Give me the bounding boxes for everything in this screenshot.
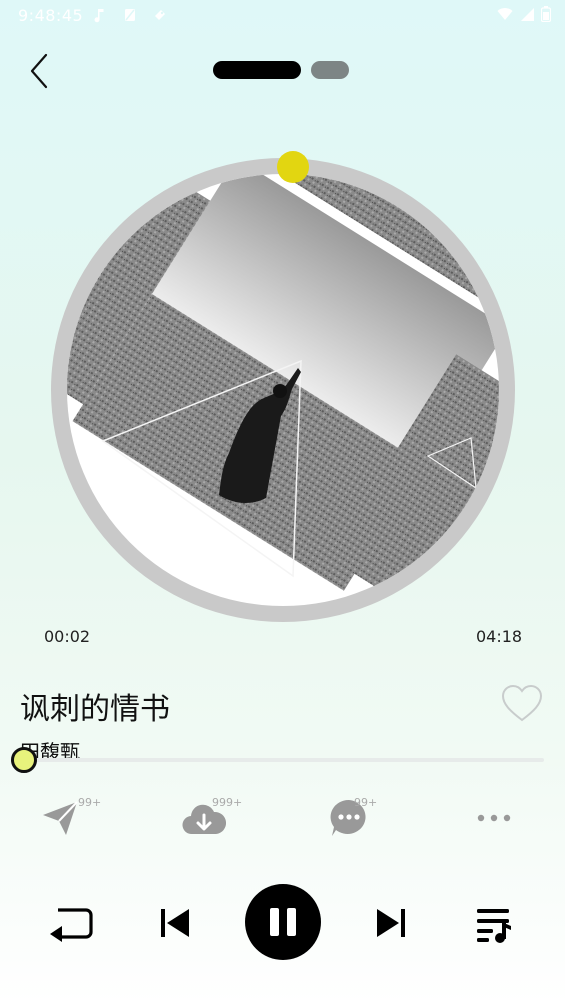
comment-button[interactable]: 99+ [329,796,389,842]
album-disc[interactable] [51,158,515,622]
sim-off-icon [125,9,135,21]
share-button[interactable]: 99+ [40,796,102,842]
like-button[interactable] [500,684,544,724]
pause-icon [270,908,296,936]
total-time: 04:18 [476,627,523,646]
share-badge: 99+ [78,796,102,809]
playlist-icon [477,909,511,943]
app-icon [155,10,165,20]
skip-next-icon [377,909,405,937]
repeat-icon [50,908,93,942]
music-note-icon [94,9,104,23]
status-time: 9:48:45 [18,6,84,25]
download-button[interactable]: 999+ [182,796,242,842]
song-title: 讽刺的情书 [20,692,170,727]
heart-icon [501,684,543,722]
previous-button[interactable] [158,905,192,941]
page-indicator [213,61,349,79]
page-indicator-inactive[interactable] [311,61,349,79]
battery-icon [541,6,551,22]
page-indicator-active[interactable] [213,61,301,79]
playlist-button[interactable] [474,904,514,944]
comment-badge: 99+ [354,796,378,809]
download-badge: 999+ [212,796,243,809]
signal-icon [521,8,534,21]
more-dots-icon [477,814,511,822]
disc-progress-thumb[interactable] [277,151,309,183]
progress-thumb[interactable] [11,747,37,773]
chevron-left-icon [30,53,48,89]
back-button[interactable] [22,50,58,92]
next-button[interactable] [374,905,408,941]
status-bar: 9:48:45 [0,0,565,30]
progress-track[interactable] [24,758,544,762]
more-button[interactable] [474,796,534,842]
current-time: 00:02 [44,627,91,646]
skip-previous-icon [161,909,189,937]
repeat-button[interactable] [46,902,96,942]
paper-plane-icon [43,801,78,835]
play-pause-button[interactable] [245,884,321,960]
wifi-icon [497,8,513,20]
